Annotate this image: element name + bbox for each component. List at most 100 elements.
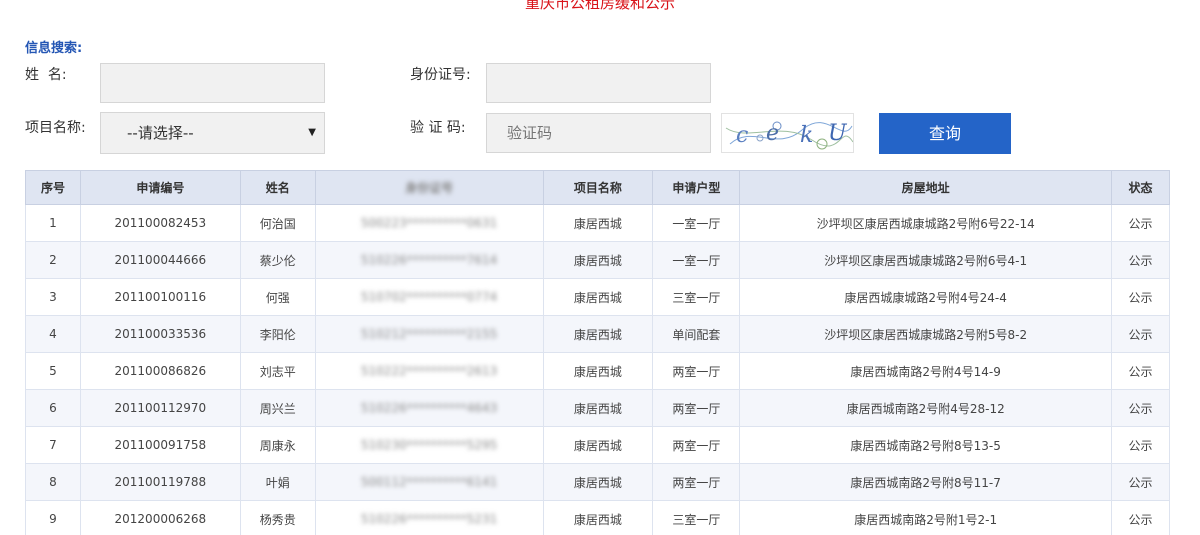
cell-id-number: 510226**********4643 bbox=[314, 389, 544, 427]
cell-id-number: 500112**********6141 bbox=[314, 463, 544, 501]
cell-address: 沙坪坝区康居西城康城路2号附5号8-2 bbox=[739, 315, 1112, 353]
project-select[interactable]: --请选择-- ▼ bbox=[100, 112, 325, 154]
project-select-value: --请选择-- bbox=[127, 124, 194, 142]
table-row: 2 201100044666 蔡少伦 510226**********7614 康居西城… bbox=[25, 241, 1170, 279]
cell-unit-type: 两室一厅 bbox=[652, 352, 741, 390]
cell-id-number: 510222**********2613 bbox=[314, 352, 544, 390]
captcha-label: 验 证 码: bbox=[410, 120, 466, 136]
table-header-row: 序号 申请编号 姓名 身份证号 项目名称 申请户型 房屋地址 状态 bbox=[25, 170, 1170, 205]
cell-status: 公示 bbox=[1111, 204, 1170, 242]
cell-address: 康居西城南路2号附8号11-7 bbox=[739, 463, 1112, 501]
cell-id-number: 510226**********7614 bbox=[314, 241, 544, 279]
cell-seq: 1 bbox=[25, 204, 81, 242]
cell-unit-type: 两室一厅 bbox=[652, 426, 741, 464]
header-id-number: 身份证号 bbox=[314, 170, 544, 205]
cell-status: 公示 bbox=[1111, 463, 1170, 501]
cell-id-number: 510212**********2155 bbox=[314, 315, 544, 353]
captcha-image[interactable]: c e k U bbox=[721, 113, 854, 153]
header-unit-type: 申请户型 bbox=[652, 170, 741, 205]
table-row: 3 201100100116 何强 510702**********0774 康居西城三… bbox=[25, 278, 1170, 316]
cell-app-no: 201100044666 bbox=[79, 241, 241, 279]
cell-status: 公示 bbox=[1111, 426, 1170, 464]
cell-unit-type: 两室一厅 bbox=[652, 389, 741, 427]
cell-app-no: 201100119788 bbox=[79, 463, 241, 501]
cell-app-no: 201100100116 bbox=[79, 278, 241, 316]
cell-address: 康居西城南路2号附4号28-12 bbox=[739, 389, 1112, 427]
project-name-label: 项目名称: bbox=[25, 120, 86, 136]
cell-unit-type: 单间配套 bbox=[652, 315, 741, 353]
cell-unit-type: 三室一厅 bbox=[652, 278, 741, 316]
cell-project: 康居西城 bbox=[542, 389, 654, 427]
cell-seq: 6 bbox=[25, 389, 81, 427]
cell-status: 公示 bbox=[1111, 241, 1170, 279]
cell-name: 周康永 bbox=[239, 426, 316, 464]
name-input[interactable] bbox=[100, 63, 325, 103]
cell-status: 公示 bbox=[1111, 352, 1170, 390]
cell-project: 康居西城 bbox=[542, 241, 654, 279]
cell-unit-type: 两室一厅 bbox=[652, 463, 741, 501]
cell-app-no: 201100082453 bbox=[79, 204, 241, 242]
cell-name: 周兴兰 bbox=[239, 389, 316, 427]
cell-status: 公示 bbox=[1111, 315, 1170, 353]
id-number-input[interactable] bbox=[486, 63, 711, 103]
cell-id-number: 500223**********0631 bbox=[314, 204, 544, 242]
cell-unit-type: 三室一厅 bbox=[652, 500, 741, 535]
table-row: 1 201100082453 何治国 500223**********0631 康居西城… bbox=[25, 204, 1170, 242]
cell-project: 康居西城 bbox=[542, 500, 654, 535]
header-status: 状态 bbox=[1111, 170, 1170, 205]
captcha-graphic: c e k U bbox=[725, 121, 853, 150]
cell-address: 沙坪坝区康居西城康城路2号附6号22-14 bbox=[739, 204, 1112, 242]
cell-name: 杨秀贵 bbox=[239, 500, 316, 535]
cell-status: 公示 bbox=[1111, 278, 1170, 316]
cell-seq: 8 bbox=[25, 463, 81, 501]
cell-status: 公示 bbox=[1111, 389, 1170, 427]
cell-project: 康居西城 bbox=[542, 204, 654, 242]
cell-project: 康居西城 bbox=[542, 426, 654, 464]
cell-app-no: 201100033536 bbox=[79, 315, 241, 353]
results-table: 序号 申请编号 姓名 身份证号 项目名称 申请户型 房屋地址 状态 1 20110… bbox=[25, 170, 1170, 535]
table-row: 4 201100033536 李阳伦 510212**********2155 康居西城… bbox=[25, 315, 1170, 353]
cell-name: 何强 bbox=[239, 278, 316, 316]
header-app-no: 申请编号 bbox=[79, 170, 241, 205]
cell-name: 何治国 bbox=[239, 204, 316, 242]
cell-name: 李阳伦 bbox=[239, 315, 316, 353]
cell-unit-type: 一室一厅 bbox=[652, 204, 741, 242]
table-row: 8 201100119788 叶娟 500112**********6141 康居西城两… bbox=[25, 463, 1170, 501]
cell-address: 康居西城南路2号附1号2-1 bbox=[739, 500, 1112, 535]
header-name: 姓名 bbox=[239, 170, 316, 205]
cell-seq: 5 bbox=[25, 352, 81, 390]
cell-project: 康居西城 bbox=[542, 278, 654, 316]
table-row: 6 201100112970 周兴兰 510226**********4643 康居西城… bbox=[25, 389, 1170, 427]
query-button[interactable]: 查询 bbox=[879, 113, 1011, 154]
cell-project: 康居西城 bbox=[542, 315, 654, 353]
cell-app-no: 201100091758 bbox=[79, 426, 241, 464]
cell-unit-type: 一室一厅 bbox=[652, 241, 741, 279]
cell-seq: 9 bbox=[25, 500, 81, 535]
cell-id-number: 510702**********0774 bbox=[314, 278, 544, 316]
captcha-input[interactable] bbox=[486, 113, 711, 153]
cell-address: 康居西城康城路2号附4号24-4 bbox=[739, 278, 1112, 316]
cell-status: 公示 bbox=[1111, 500, 1170, 535]
cell-seq: 3 bbox=[25, 278, 81, 316]
captcha-char-4: U bbox=[828, 121, 848, 146]
table-row: 5 201100086826 刘志平 510222**********2613 康居西城… bbox=[25, 352, 1170, 390]
name-label: 姓 名: bbox=[25, 67, 67, 83]
cell-seq: 2 bbox=[25, 241, 81, 279]
search-section-title: 信息搜索: bbox=[25, 41, 83, 56]
header-seq: 序号 bbox=[25, 170, 81, 205]
cell-name: 刘志平 bbox=[239, 352, 316, 390]
id-number-label: 身份证号: bbox=[410, 67, 471, 83]
cell-id-number: 510230**********5295 bbox=[314, 426, 544, 464]
cell-name: 叶娟 bbox=[239, 463, 316, 501]
page-title: 重庆市公租房缓和公示 bbox=[524, 0, 675, 12]
header-address: 房屋地址 bbox=[739, 170, 1112, 205]
captcha-char-2: e bbox=[766, 121, 779, 146]
table-row: 9 201200006268 杨秀贵 510226**********5231 康居西城… bbox=[25, 500, 1170, 535]
captcha-char-3: k bbox=[800, 123, 813, 148]
cell-address: 沙坪坝区康居西城康城路2号附6号4-1 bbox=[739, 241, 1112, 279]
header-project: 项目名称 bbox=[542, 170, 654, 205]
dropdown-arrow-icon: ▼ bbox=[308, 127, 316, 138]
cell-project: 康居西城 bbox=[542, 352, 654, 390]
cell-id-number: 510226**********5231 bbox=[314, 500, 544, 535]
cell-project: 康居西城 bbox=[542, 463, 654, 501]
